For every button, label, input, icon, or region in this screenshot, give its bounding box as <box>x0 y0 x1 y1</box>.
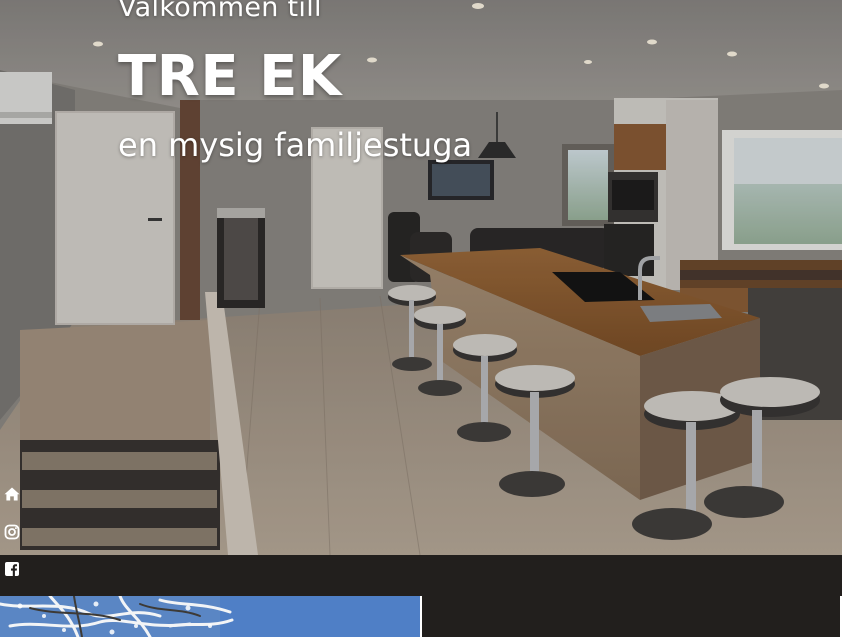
instagram-icon[interactable] <box>4 524 20 540</box>
hero-section: Välkommen till TRE EK en mysig familjest… <box>0 0 842 555</box>
page: Välkommen till TRE EK en mysig familjest… <box>0 0 842 637</box>
winter-tree-photo <box>0 596 420 637</box>
hero-title: TRE EK <box>118 44 342 109</box>
social-bar <box>0 555 842 596</box>
home-icon[interactable] <box>4 486 20 502</box>
dark-panel <box>422 596 840 637</box>
hero-greeting: Välkommen till <box>118 0 322 23</box>
hero-subtitle: en mysig familjestuga <box>118 126 473 164</box>
facebook-icon[interactable] <box>4 561 20 577</box>
